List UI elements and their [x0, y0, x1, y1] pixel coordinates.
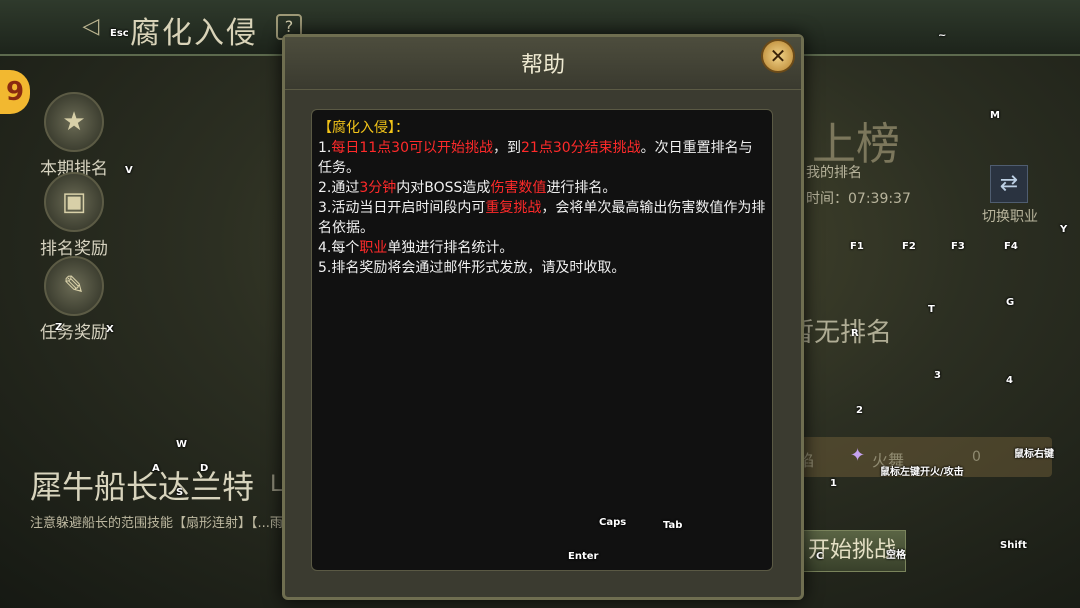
scroll-icon: ✎ — [44, 256, 104, 316]
key-hint-esc: Esc — [110, 28, 129, 39]
gift-icon: ▣ — [44, 172, 104, 232]
key-hint-tilde: ~ — [938, 30, 947, 41]
dialog-header: 帮助 — [285, 37, 801, 90]
key-hint-f2: F2 — [902, 241, 916, 252]
key-hint-space: 空格 — [886, 550, 906, 561]
skill-count: 0 — [972, 449, 981, 465]
page-title: 腐化入侵 — [130, 16, 258, 51]
ranking-icon: ★ — [44, 92, 104, 152]
key-hint-z: Z — [55, 322, 63, 333]
my-rank-label: 我的排名 — [806, 165, 862, 181]
key-hint-4: 4 — [1006, 375, 1013, 386]
key-hint-g: G — [1006, 297, 1015, 308]
side-button-current-ranking[interactable]: ★ 本期排名 — [24, 92, 124, 179]
rule-4: 4.每个职业单独进行排名统计。 — [318, 240, 514, 256]
key-hint-t: T — [928, 304, 935, 315]
dialog-title: 帮助 — [520, 53, 565, 78]
key-hint-shift: Shift — [1000, 540, 1027, 551]
remaining-time: 时间：07:39:37 — [806, 191, 911, 207]
side-button-label: 任务奖励 — [40, 323, 108, 343]
key-hint-d: D — [200, 463, 209, 474]
key-hint-v: V — [125, 165, 133, 176]
key-hint-f4: F4 — [1004, 241, 1018, 252]
key-hint-s: S — [176, 487, 184, 498]
key-hint-x: X — [106, 324, 114, 335]
rule-1: 1.每日11点30可以开始挑战，到21点30分结束挑战。次日重置排名与任务。 — [318, 140, 753, 176]
key-hint-caps: Caps — [599, 517, 627, 528]
key-hint-1: 1 — [830, 478, 837, 489]
boss-name: 犀牛船长达兰特 — [30, 468, 255, 506]
switch-class-icon[interactable]: ⇄ — [990, 165, 1028, 203]
rule-3: 3.活动当日开启时间段内可重复挑战，会将单次最高输出伤害数值作为排名依据。 — [318, 200, 766, 236]
back-arrow-icon[interactable]: ◁ — [78, 14, 104, 40]
key-hint-f1: F1 — [850, 241, 864, 252]
key-hint-a: A — [152, 463, 160, 474]
key-hint-r: R — [851, 328, 859, 339]
dialog-body: 【腐化入侵】： 1.每日11点30可以开始挑战，到21点30分结束挑战。次日重置… — [311, 109, 773, 571]
key-hint-3: 3 — [934, 370, 941, 381]
close-icon: ✕ — [769, 44, 787, 68]
key-hint-w: W — [176, 439, 188, 450]
rule-2: 2.通过3分钟内对BOSS造成伤害数值进行排名。 — [318, 180, 617, 196]
rules-text: 【腐化入侵】： 1.每日11点30可以开始挑战，到21点30分结束挑战。次日重置… — [318, 118, 766, 278]
boss-description: 注意躲避船长的范围技能【扇形连射】【...雨】 — [30, 516, 296, 531]
key-hint-y: Y — [1060, 224, 1068, 235]
key-hint-2: 2 — [856, 405, 863, 416]
switch-class-label[interactable]: 切换职业 — [982, 206, 1038, 226]
key-hint-mouse-left: 鼠标左键开火/攻击 — [880, 467, 964, 478]
key-hint-f3: F3 — [951, 241, 965, 252]
key-hint-tab: Tab — [663, 520, 683, 531]
close-button[interactable]: ✕ — [761, 39, 795, 73]
rules-section-title: 【腐化入侵】： — [318, 120, 409, 136]
rule-5: 5.排名奖励将会通过邮件形式发放，请及时收取。 — [318, 260, 626, 276]
key-hint-mouse-right: 鼠标右键 — [1014, 449, 1054, 460]
key-hint-c: C — [816, 551, 824, 562]
fire-dance-icon: ✦ — [850, 445, 866, 466]
key-hint-m: M — [990, 110, 1000, 121]
side-button-ranking-rewards[interactable]: ▣ 排名奖励 — [24, 172, 124, 259]
key-hint-enter: Enter — [568, 551, 599, 562]
help-dialog: 帮助 ✕ 【腐化入侵】： 1.每日11点30可以开始挑战，到21点30分结束挑战… — [282, 34, 804, 600]
